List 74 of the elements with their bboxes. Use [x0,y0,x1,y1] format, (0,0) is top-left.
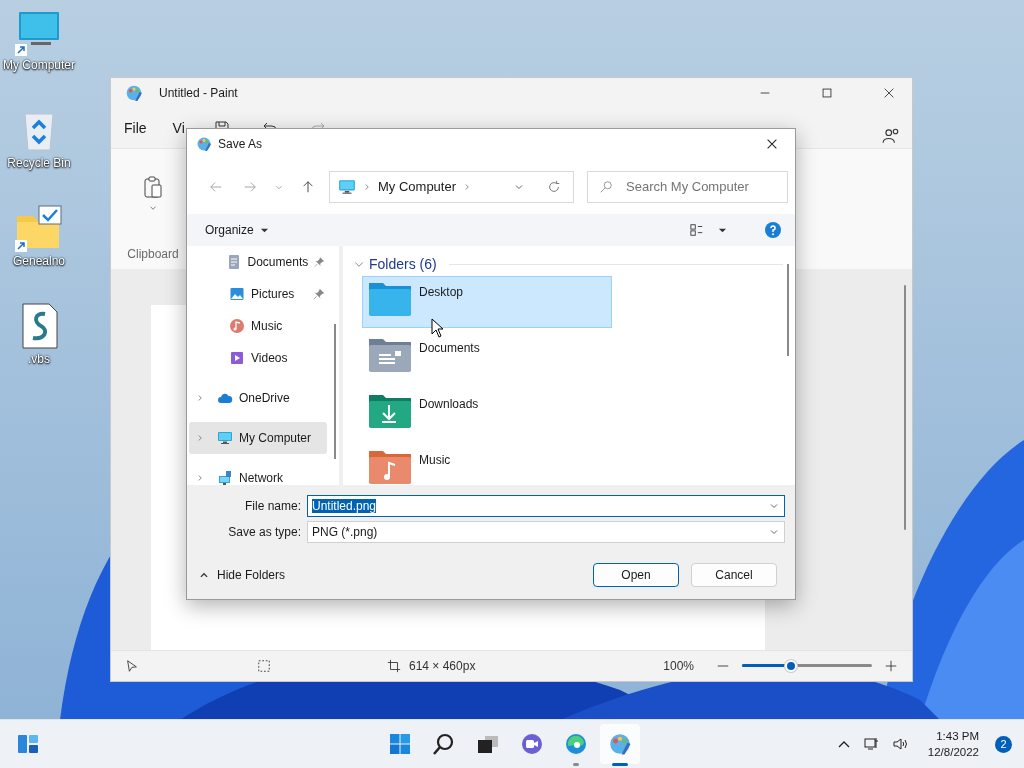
field-label: File name: [243,499,302,513]
nav-item[interactable]: My Computer [189,422,327,454]
menu-item[interactable]: Vi [172,120,185,136]
start-icon[interactable] [388,732,412,756]
widgets-icon [16,732,40,756]
dialog-title: Save As [218,137,263,151]
paint-app-icon [125,84,143,102]
menu-item[interactable]: File [124,120,147,136]
scrollbar[interactable] [904,285,906,530]
slider-thumb[interactable] [785,660,798,672]
pointer-icon [125,659,139,673]
field-label: Save as type: [227,525,302,539]
people-icon[interactable] [882,127,900,145]
view-options-icon[interactable] [690,223,704,237]
file-name-field[interactable]: Untitled.png [307,495,785,517]
network-icon [217,470,233,485]
maximize-icon[interactable] [820,86,834,100]
chat-icon[interactable] [520,732,544,756]
back-arrow-icon[interactable] [209,179,223,194]
paint-icon[interactable] [608,732,632,756]
zoom-percent: 100% [663,659,694,673]
refresh-icon[interactable] [547,179,561,194]
scrollbar[interactable] [334,324,336,459]
folder-icon [369,337,411,373]
help-icon[interactable] [765,222,781,238]
clipboard-icon[interactable] [143,175,163,199]
zoom-slider[interactable] [742,659,872,673]
ribbon-group-label: Clipboard [127,247,179,261]
nav-item[interactable]: Music [189,310,327,342]
notification-badge[interactable]: 2 [995,735,1012,753]
browser-icon[interactable] [564,732,588,756]
nav-item[interactable]: Pictures [189,278,327,310]
organize-menu[interactable]: Organize [205,223,269,237]
group-header[interactable]: Folders (6) [369,256,437,272]
folder-item[interactable]: Desktop [362,276,612,328]
folder-item[interactable]: Documents [362,332,612,384]
clock-date: 12/8/2022 [927,745,979,760]
folder-icon [369,281,411,317]
search-icon [599,179,613,194]
video-icon [229,350,245,366]
canvas-size-icon [387,659,401,673]
close-icon [765,137,779,151]
nav-item[interactable]: Videos [189,342,327,374]
paint-button[interactable] [600,724,640,764]
dialog-button[interactable]: Cancel [691,563,777,587]
canvas-size-text: 614 × 460px [409,659,476,673]
folder-item[interactable]: Downloads [362,388,612,440]
file-type-dropdown[interactable]: PNG (*.png) [307,521,785,543]
nav-item[interactable]: Documents [189,246,327,278]
computer-icon [338,177,356,196]
clock-time: 1:43 PM [936,729,979,744]
hide-folders-button[interactable]: Hide Folders [199,568,286,582]
zoom-in-icon[interactable] [884,659,898,673]
search-icon[interactable] [432,732,456,756]
folder-icon [369,393,411,429]
scrollbar[interactable] [787,264,789,356]
selection-icon [257,659,271,673]
window-title: Untitled - Paint [159,86,238,100]
close-icon[interactable] [882,86,896,100]
dialog-button[interactable]: Open [593,563,679,587]
up-arrow-icon[interactable] [301,179,315,194]
picture-icon [229,286,245,302]
computer-icon [217,430,233,446]
address-bar[interactable]: My Computer [329,170,574,203]
forward-arrow-icon[interactable] [243,179,257,194]
chevron-up-icon [199,570,209,580]
music-icon [229,318,245,334]
nav-item[interactable]: OneDrive [189,382,327,414]
paint-app-icon [196,136,212,152]
clock[interactable]: 1:43 PM 12/8/2022 [927,728,979,760]
search-field[interactable]: Search My Computer [587,170,788,203]
nav-item[interactable]: Network [189,462,327,485]
mouse-cursor-icon [431,318,445,338]
breadcrumb-item[interactable]: My Computer [378,179,457,194]
